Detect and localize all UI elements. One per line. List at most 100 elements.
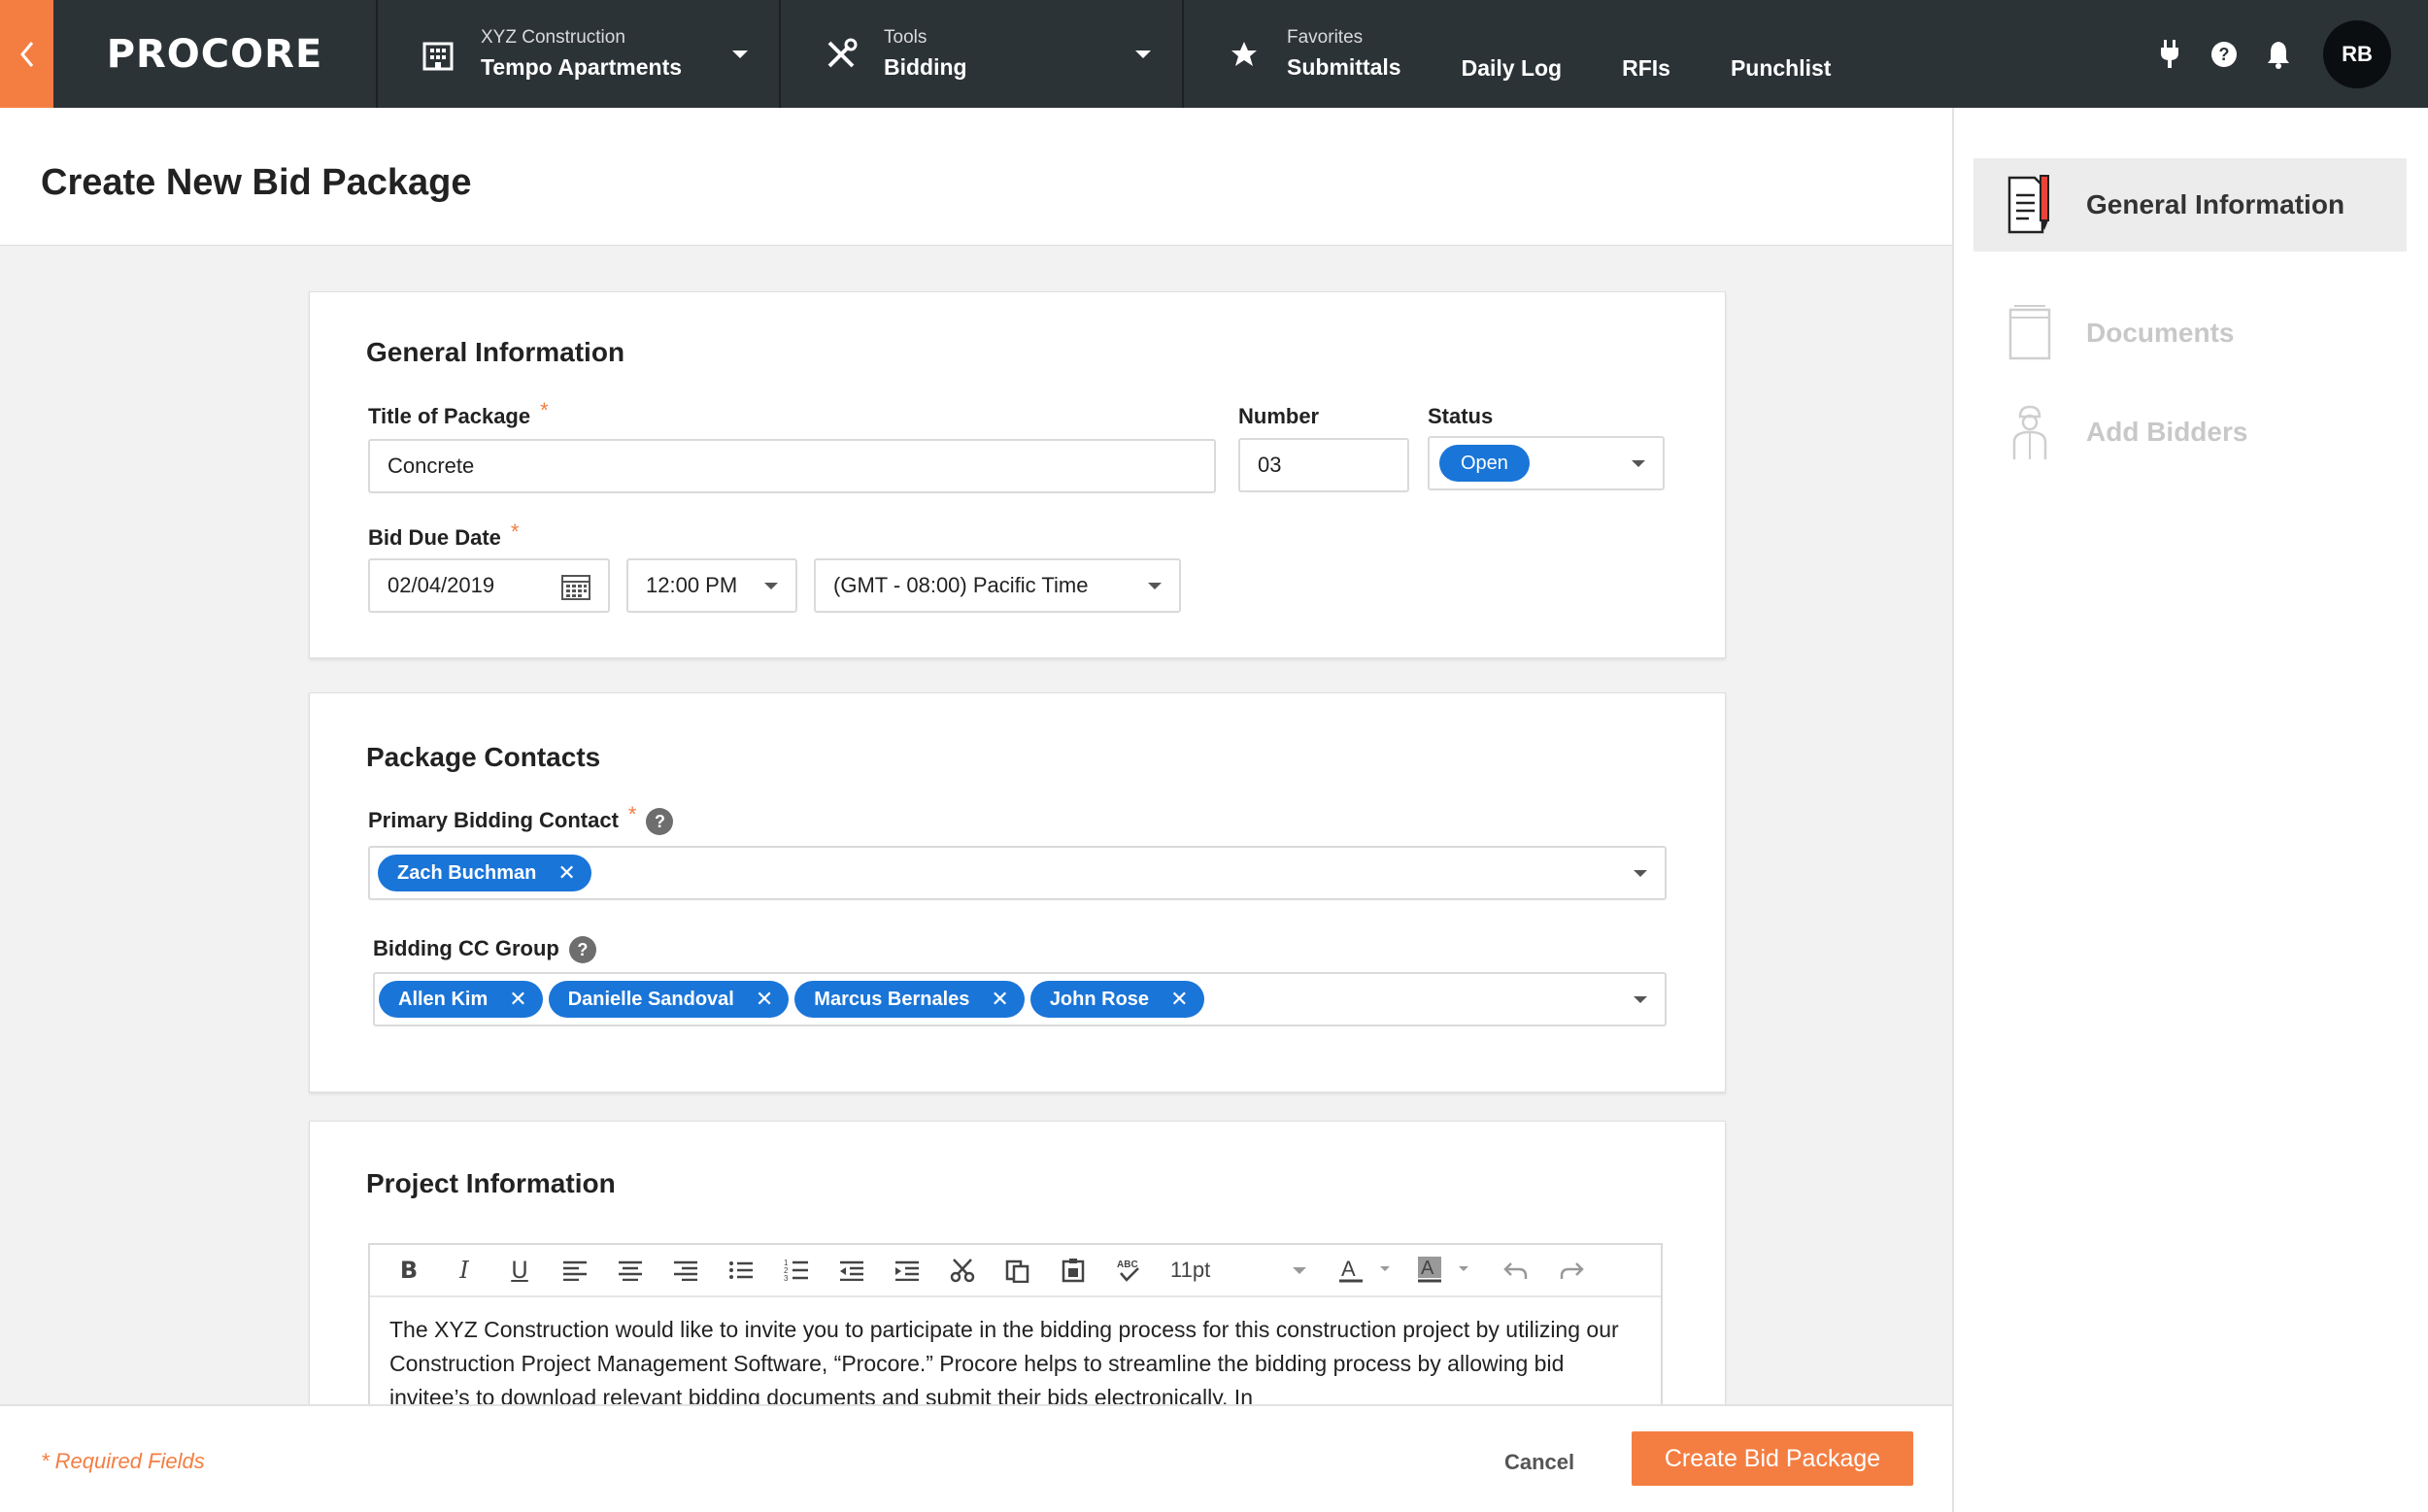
tools-icon — [822, 35, 860, 74]
section-title: General Information — [366, 337, 625, 367]
caret-down-icon — [1293, 1267, 1306, 1274]
bullet-list-icon[interactable] — [722, 1251, 760, 1290]
fav-link-punchlist[interactable]: Punchlist — [1731, 55, 1832, 108]
caret-down-icon — [1135, 50, 1151, 58]
cc-chip: Danielle Sandoval ✕ — [548, 981, 790, 1018]
fav-submittals[interactable]: Favorites Submittals — [1287, 27, 1401, 81]
date-value: 02/04/2019 — [388, 573, 495, 597]
required-asterisk: * — [510, 520, 520, 544]
fav-link-daily-log[interactable]: Daily Log — [1462, 55, 1563, 108]
plug-icon[interactable] — [2152, 37, 2187, 72]
tools-label: Tools — [884, 27, 927, 48]
project-selector[interactable]: XYZ Construction Tempo Apartments — [378, 0, 781, 108]
chip-label: Danielle Sandoval — [567, 988, 734, 1010]
number-input[interactable]: 03 — [1238, 438, 1409, 492]
timezone-select[interactable]: (GMT - 08:00) Pacific Time — [814, 558, 1181, 613]
close-icon[interactable]: ✕ — [1170, 987, 1188, 1012]
text-color-icon[interactable]: A — [1339, 1251, 1401, 1290]
help-icon[interactable]: ? — [646, 808, 674, 836]
status-select[interactable]: Open — [1428, 436, 1665, 490]
cc-chip: Marcus Bernales ✕ — [794, 981, 1025, 1018]
sidebar-item-add-bidders[interactable]: Add Bidders — [1973, 386, 2407, 479]
underline-icon[interactable]: U — [500, 1251, 539, 1290]
redo-icon[interactable] — [1552, 1251, 1591, 1290]
label-text: Primary Bidding Contact — [368, 808, 619, 832]
caret-down-icon — [1634, 996, 1647, 1003]
sidebar-item-documents[interactable]: Documents — [1973, 286, 2407, 380]
align-left-icon[interactable] — [556, 1251, 594, 1290]
close-icon[interactable]: ✕ — [557, 860, 575, 886]
top-nav: PROCORE XYZ Construction Tempo Apartment… — [0, 0, 2428, 108]
calendar-icon[interactable] — [561, 573, 590, 606]
help-icon[interactable]: ? — [568, 936, 596, 964]
bid-due-date-label: Bid Due Date * — [368, 520, 519, 551]
title-of-package-input[interactable]: Concrete — [368, 439, 1216, 493]
label-text: Title of Package — [368, 404, 531, 428]
undo-icon[interactable] — [1497, 1251, 1535, 1290]
paste-icon[interactable] — [1054, 1251, 1093, 1290]
tools-selector[interactable]: Tools Bidding — [781, 0, 1184, 108]
favorites-label: Favorites — [1287, 27, 1364, 48]
align-center-icon[interactable] — [611, 1251, 650, 1290]
cc-chip: John Rose ✕ — [1029, 981, 1204, 1018]
indent-icon[interactable] — [888, 1251, 927, 1290]
numbered-list-icon[interactable]: 123 — [777, 1251, 816, 1290]
help-icon[interactable]: ? — [2207, 37, 2242, 72]
cancel-button[interactable]: Cancel — [1504, 1450, 1574, 1475]
bold-icon[interactable]: B — [389, 1251, 428, 1290]
bidding-cc-group-label: Bidding CC Group? — [373, 936, 596, 964]
documents-icon — [2001, 299, 2059, 367]
align-right-icon[interactable] — [666, 1251, 705, 1290]
svg-text:A: A — [1341, 1257, 1356, 1281]
company-name: XYZ Construction — [481, 27, 625, 48]
copy-icon[interactable] — [998, 1251, 1037, 1290]
primary-bidding-contact-label: Primary Bidding Contact *? — [368, 802, 674, 836]
close-icon[interactable]: ✕ — [756, 987, 773, 1012]
worker-icon — [2001, 398, 2059, 466]
sidebar-label: Documents — [2086, 318, 2235, 348]
section-title: Project Information — [366, 1168, 616, 1198]
bid-due-date-input[interactable]: 02/04/2019 — [368, 558, 610, 613]
contact-chip: Zach Buchman ✕ — [378, 855, 591, 891]
font-size-select[interactable]: 11pt — [1170, 1258, 1316, 1283]
bid-due-time-select[interactable]: 12:00 PM — [626, 558, 797, 613]
fav-link-rfis[interactable]: RFIs — [1622, 55, 1670, 108]
background-color-icon[interactable]: A — [1418, 1251, 1480, 1290]
back-button[interactable] — [0, 0, 53, 108]
fav-link-submittals[interactable]: Submittals — [1287, 54, 1401, 81]
user-avatar[interactable]: RB — [2323, 19, 2391, 88]
status-label: Status — [1428, 404, 1494, 428]
cc-chip: Allen Kim ✕ — [379, 981, 543, 1018]
number-label: Number — [1238, 404, 1320, 428]
label-text: Bidding CC Group — [373, 936, 559, 960]
chip-label: Marcus Bernales — [814, 988, 970, 1010]
package-contacts-card: Package Contacts Primary Bidding Contact… — [309, 692, 1726, 1092]
logo-text: PROCORE — [106, 31, 323, 77]
close-icon[interactable]: ✕ — [991, 987, 1008, 1012]
required-asterisk: * — [540, 398, 549, 422]
procore-logo[interactable]: PROCORE — [53, 0, 378, 108]
sidebar-label: General Information — [2086, 189, 2345, 219]
svg-text:?: ? — [2219, 45, 2230, 64]
sidebar-item-general-information[interactable]: General Information — [1973, 158, 2407, 252]
primary-bidding-contact-select[interactable]: Zach Buchman ✕ — [368, 846, 1667, 900]
outdent-icon[interactable] — [832, 1251, 871, 1290]
required-fields-note: * Required Fields — [41, 1449, 205, 1473]
building-icon — [419, 35, 457, 74]
close-icon[interactable]: ✕ — [509, 987, 526, 1012]
spellcheck-icon[interactable]: ABC — [1109, 1251, 1148, 1290]
bidding-cc-group-select[interactable]: Allen Kim ✕ Danielle Sandoval ✕ Marcus Ber… — [373, 972, 1667, 1026]
title-of-package-label: Title of Package * — [368, 398, 549, 429]
chip-label: Zach Buchman — [397, 861, 537, 884]
document-pencil-icon — [2001, 171, 2059, 239]
page-title: Create New Bid Package — [41, 162, 472, 203]
bell-icon[interactable] — [2261, 37, 2296, 72]
time-value: 12:00 PM — [646, 573, 738, 597]
caret-down-icon — [764, 583, 778, 589]
cut-icon[interactable] — [943, 1251, 982, 1290]
step-sidebar: General Information Documents Add Bidder… — [1952, 108, 2428, 1512]
create-bid-package-button[interactable]: Create Bid Package — [1632, 1431, 1913, 1486]
required-asterisk: * — [627, 802, 637, 826]
italic-icon[interactable]: I — [445, 1251, 484, 1290]
font-size-value: 11pt — [1170, 1258, 1211, 1282]
